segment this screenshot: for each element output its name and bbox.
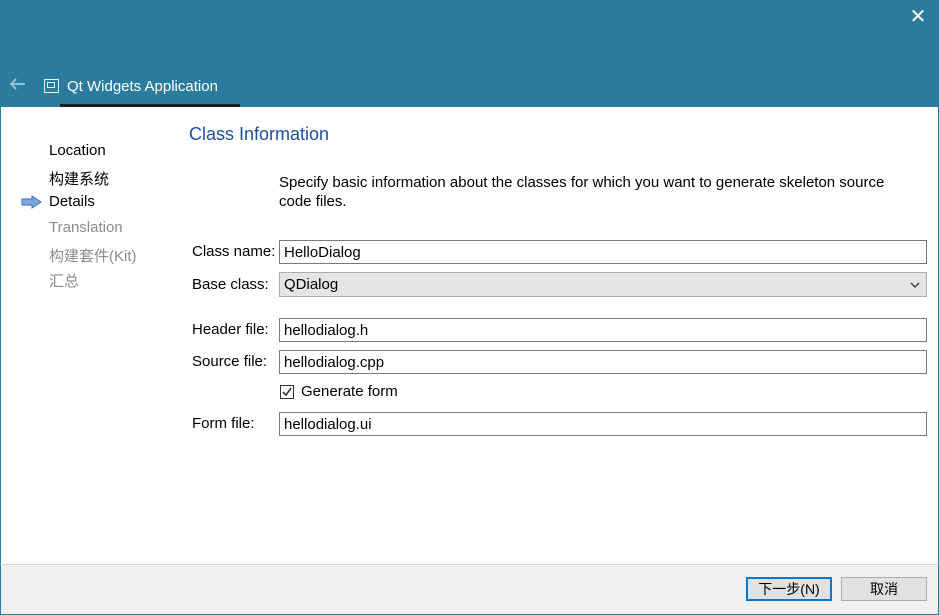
wizard-content: Location 构建系统 Details Translation 构建套件(K… [0,107,939,564]
source-file-input[interactable] [279,350,927,374]
checkmark-icon [282,387,292,396]
form-file-label: Form file: [192,415,255,432]
wizard-title: Qt Widgets Application [44,75,218,97]
step-details: Details [49,193,95,210]
generate-form-label: Generate form [301,383,398,400]
close-icon: ✕ [909,6,927,28]
arrow-right-icon [21,195,42,209]
title-bar: ✕ Qt Widgets Application [0,0,939,107]
base-class-select[interactable]: QDialog [279,272,927,297]
step-kits: 构建套件(Kit) [49,248,137,265]
class-name-input[interactable] [279,240,927,264]
page-title: Class Information [189,124,330,144]
back-button[interactable] [8,76,30,96]
class-name-label: Class name: [192,243,276,260]
step-build-system: 构建系统 [49,171,110,188]
header-file-label: Header file: [192,321,269,338]
base-class-value: QDialog [284,276,339,293]
source-file-label: Source file: [192,353,268,370]
form-file-input[interactable] [279,412,927,436]
close-button[interactable]: ✕ [907,6,929,28]
generate-form-checkbox[interactable] [280,384,294,399]
page-description: Specify basic information about the clas… [279,174,885,210]
back-arrow-icon [9,78,25,90]
step-translation: Translation [49,219,123,236]
header-file-input[interactable] [279,318,927,342]
generate-form-row[interactable]: Generate form [280,383,398,400]
base-class-label: Base class: [192,276,269,293]
cancel-button[interactable]: 取消 [841,577,927,601]
wizard-title-text: Qt Widgets Application [67,77,218,95]
application-window-icon [44,79,59,93]
next-button[interactable]: 下一步(N) [746,577,832,601]
chevron-down-icon [910,282,920,288]
wizard-footer: 下一步(N) 取消 [0,564,939,615]
step-summary: 汇总 [49,273,80,290]
step-location: Location [49,142,106,159]
